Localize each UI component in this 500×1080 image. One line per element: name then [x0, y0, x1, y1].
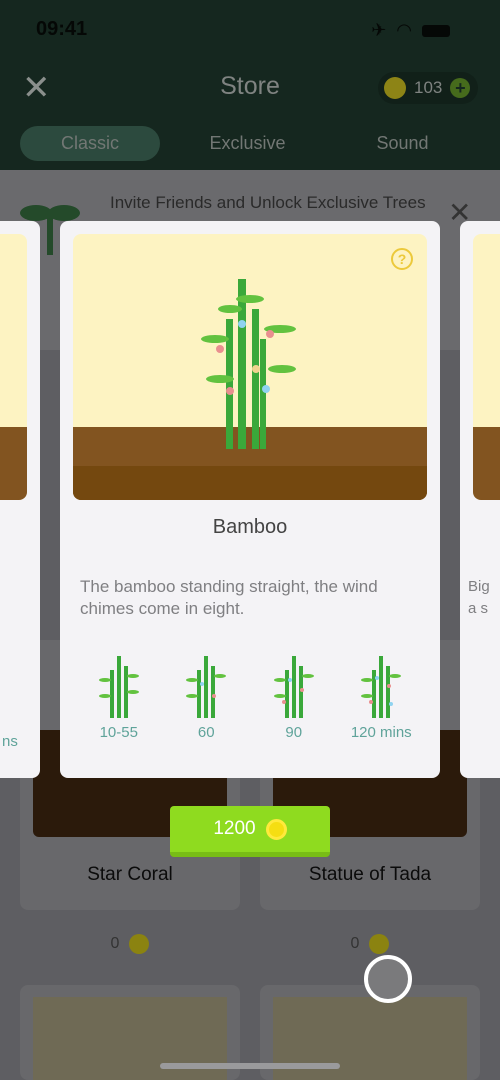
coin-balance[interactable]: 103 + — [378, 72, 478, 104]
bamboo-stage-icon — [361, 656, 402, 718]
airplane-icon: ✈ — [371, 20, 387, 40]
tab-exclusive[interactable]: Exclusive — [170, 126, 325, 161]
wifi-icon: ◠ — [396, 20, 412, 40]
tab-classic[interactable]: Classic — [20, 126, 160, 161]
tree-detail-card: ? Bamboo The bamboo standing straight, t… — [60, 221, 440, 778]
price-value: 0 — [110, 935, 120, 952]
bamboo-stage-icon — [273, 656, 314, 718]
growth-stages: 10-55 60 90 120 mins — [75, 656, 425, 741]
coin-icon — [265, 818, 287, 840]
ground-shadow — [73, 466, 427, 500]
stage-label: 90 — [285, 724, 303, 741]
tree-scene — [473, 234, 500, 500]
tree-description: Big a s — [468, 578, 490, 617]
growth-stage: 10-55 — [75, 656, 163, 741]
help-icon[interactable]: ? — [391, 248, 413, 270]
header: 09:41 ✈ ◠ ✕ Store 103 + Classic Exclusiv… — [0, 0, 500, 170]
stage-label: 10-55 — [99, 724, 138, 741]
stage-label: 120 mins — [350, 724, 412, 741]
assistive-touch-button[interactable] — [364, 955, 412, 1003]
tree-scene: ? — [73, 234, 427, 500]
item-price: 0 — [260, 934, 480, 954]
coin-icon — [384, 77, 406, 99]
bamboo-stage-icon — [186, 656, 227, 718]
stage-label: ns — [2, 733, 18, 750]
buy-price: 1200 — [213, 818, 256, 839]
status-time: 09:41 — [36, 18, 88, 40]
growth-stage: 120 mins — [338, 656, 426, 741]
coin-icon — [369, 934, 390, 954]
tree-description: The bamboo standing straight, the wind c… — [80, 577, 378, 618]
tab-sound[interactable]: Sound — [325, 126, 480, 161]
battery-icon — [422, 24, 450, 37]
growth-stage: 60 — [163, 656, 251, 741]
buy-button[interactable]: 1200 — [170, 806, 330, 857]
bamboo-stage-icon — [98, 656, 139, 718]
bamboo-illustration — [201, 279, 296, 449]
item-name: Star Coral — [87, 864, 173, 885]
price-value: 0 — [350, 935, 360, 952]
ground — [0, 427, 27, 500]
tree-scene — [0, 234, 27, 500]
next-tree-card[interactable]: Big a s — [460, 221, 500, 778]
ground — [473, 427, 500, 500]
banner-text: Invite Friends and Unlock Exclusive Tree… — [110, 193, 426, 212]
store-tabs: Classic Exclusive Sound — [20, 126, 480, 161]
tree-name: Bamboo — [212, 516, 288, 538]
add-coins-icon[interactable]: + — [450, 78, 471, 98]
coin-icon — [129, 934, 150, 954]
previous-tree-card[interactable]: ns — [0, 221, 40, 778]
item-price: 0 — [20, 934, 240, 954]
coin-count: 103 — [414, 78, 443, 97]
status-icons: ✈ ◠ — [371, 20, 450, 41]
home-indicator[interactable] — [160, 1063, 340, 1069]
stage-label: 60 — [197, 724, 215, 741]
growth-stage: 90 — [250, 656, 338, 741]
item-name: Statue of Tada — [308, 864, 432, 885]
